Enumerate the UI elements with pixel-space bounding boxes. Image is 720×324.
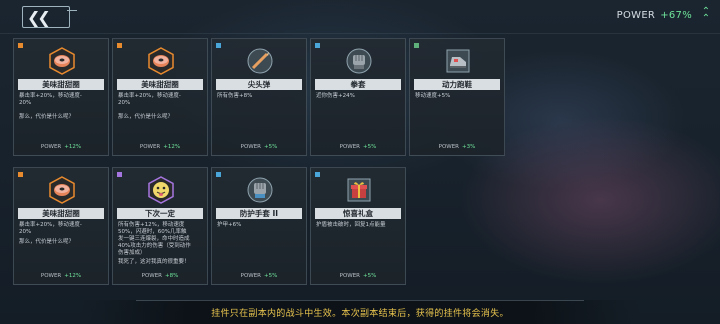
header-divider [0,33,720,34]
card-name: 防护手套 II [216,208,302,219]
card-description: 移动速度+5% [415,93,451,99]
card-power: POWER +5% [339,273,377,279]
donut-icon [48,47,76,75]
card-description: 暴击率+20%，移动速度- 20% [118,93,181,106]
card-name: 下次一定 [117,208,203,219]
total-power: POWER +67% [617,10,692,21]
card-description: 护甲+6% [217,222,242,228]
rarity-marker [414,43,419,48]
double-chevron-left-icon: ❮❮ [27,7,51,27]
card-flavor-text: 我死了，这对我真的很重要！ [118,259,190,265]
card-description: 所有伤害+12%，移动速度 50%，闪避时，60%几率触 发一键三连爆裂，命中时… [118,222,191,256]
card-name: 惊喜礼盒 [315,208,401,219]
pendant-card[interactable]: 尖头弹 所有伤害+8% POWER +5% [211,38,307,156]
hint-text: 挂件只在副本内的战斗中生效。本次副本结束后，获得的挂件将会消失。 [211,308,509,319]
rarity-marker [315,43,320,48]
pendant-card[interactable]: 美味甜甜圈 暴击率+20%，移动速度- 20% 那么，代价是什么呢？ POWER… [112,38,208,156]
card-power: POWER +3% [438,144,476,150]
pendant-card[interactable]: 下次一定 所有伤害+12%，移动速度 50%，闪避时，60%几率触 发一键三连爆… [112,167,208,285]
pendant-card[interactable]: 美味甜甜圈 暴击率+20%，移动速度- 20% 那么，代价是什么呢？ POWER… [13,167,109,285]
rarity-marker [18,43,23,48]
pendant-card[interactable]: 动力跑鞋 移动速度+5% POWER +3% [409,38,505,156]
card-flavor-text: 那么，代价是什么呢？ [118,114,174,120]
pendant-card[interactable]: 防护手套 II 护甲+6% POWER +5% [211,167,307,285]
hint-divider [136,300,584,301]
rarity-marker [216,43,221,48]
donut-icon [147,47,175,75]
tongue-face-icon [147,176,175,204]
rarity-marker [315,172,320,177]
card-power: POWER +5% [240,273,278,279]
card-name: 美味甜甜圈 [117,79,203,90]
spike-dart-icon [246,47,274,75]
card-flavor-text: 那么，代价是什么呢？ [19,114,75,120]
power-label: POWER [616,10,656,21]
pendant-card[interactable]: 美味甜甜圈 暴击率+20%，移动速度- 20% 那么，代价是什么呢？ POWER… [13,38,109,156]
card-power: POWER +12% [139,144,181,150]
card-flavor-text: 那么，代价是什么呢？ [19,239,75,245]
card-power: POWER +5% [240,144,278,150]
back-button[interactable]: ❮❮ [22,6,77,28]
rarity-marker [216,172,221,177]
power-shoe-icon [444,47,472,75]
hint-bar: 挂件只在副本内的战斗中生效。本次副本结束后，获得的挂件将会消失。 [80,300,640,324]
card-description: 近你伤害+24% [316,93,355,99]
card-name: 尖头弹 [216,79,302,90]
rarity-marker [117,43,122,48]
card-power: POWER +5% [339,144,377,150]
pendant-card[interactable]: 拳套 近你伤害+24% POWER +5% [310,38,406,156]
pendant-card[interactable]: 惊喜礼盒 护盾被击破时，回复1点能量 POWER +5% [310,167,406,285]
card-name: 美味甜甜圈 [18,79,104,90]
donut-icon [48,176,76,204]
card-description: 护盾被击破时，回复1点能量 [316,222,386,228]
power-value: +67% [660,10,692,21]
card-name: 拳套 [315,79,401,90]
card-power: POWER +12% [40,273,82,279]
rarity-marker [117,172,122,177]
card-name: 动力跑鞋 [414,79,500,90]
rarity-marker [18,172,23,177]
card-name: 美味甜甜圈 [18,208,104,219]
double-chevron-up-icon[interactable]: ⌃ ⌃ [700,7,712,24]
gift-box-icon [345,176,373,204]
card-power: POWER +8% [141,273,179,279]
card-description: 所有伤害+8% [217,93,253,99]
armored-glove-icon [246,176,274,204]
card-power: POWER +12% [40,144,82,150]
card-description: 暴击率+20%，移动速度- 20% [19,93,82,106]
fist-glove-icon [345,47,373,75]
card-description: 暴击率+20%，移动速度- 20% [19,222,82,235]
